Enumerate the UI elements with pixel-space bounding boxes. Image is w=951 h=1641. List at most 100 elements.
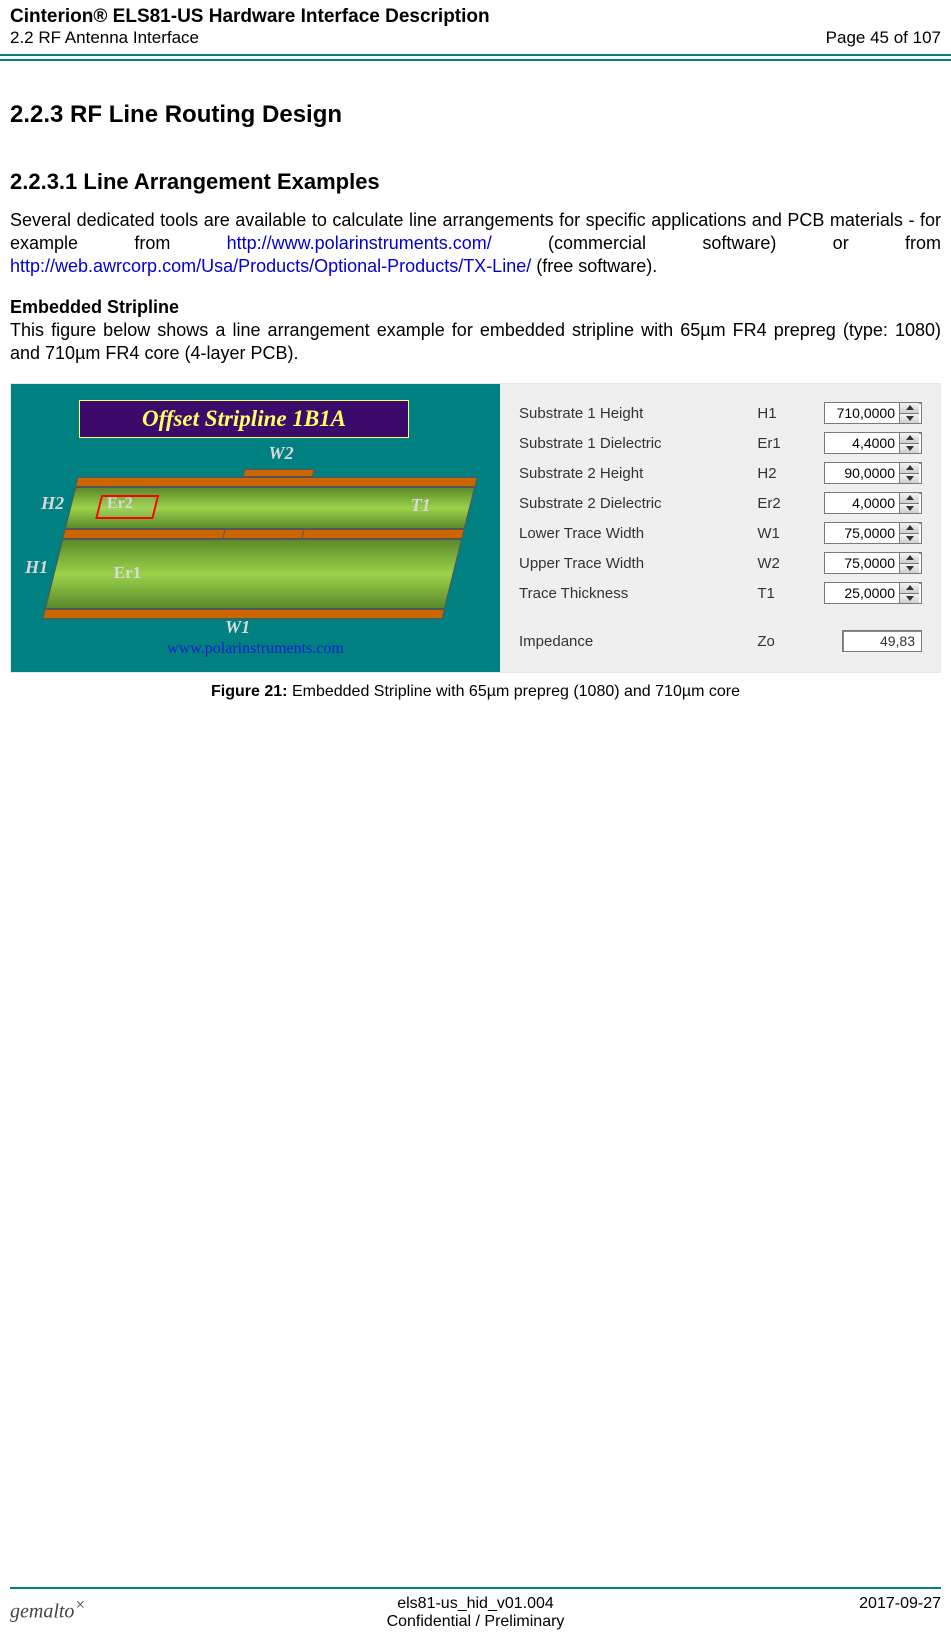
- figure-diagram-inner: Offset Stripline 1B1A H2 H1 Er2: [19, 392, 492, 664]
- property-spinner[interactable]: [824, 462, 922, 484]
- figure-diagram-panel: Offset Stripline 1B1A H2 H1 Er2: [11, 384, 501, 672]
- property-spinner[interactable]: [824, 552, 922, 574]
- property-value-cell: [811, 578, 926, 608]
- property-symbol: H2: [753, 458, 811, 488]
- awr-link[interactable]: http://web.awrcorp.com/Usa/Products/Opti…: [10, 256, 531, 276]
- label-h2: H2: [41, 493, 64, 514]
- chevron-up-icon: [906, 525, 914, 530]
- property-input[interactable]: [825, 403, 899, 423]
- property-input[interactable]: [825, 433, 899, 453]
- property-value-cell: [811, 548, 926, 578]
- figure-21: Offset Stripline 1B1A H2 H1 Er2: [10, 383, 941, 701]
- property-name: Substrate 1 Height: [515, 398, 753, 428]
- property-spacer: [515, 608, 926, 626]
- impedance-readout: 49,83: [842, 630, 922, 652]
- stripline-paragraph: Embedded Stripline This figure below sho…: [10, 296, 941, 365]
- spinner-down-button[interactable]: [900, 474, 919, 484]
- label-er1: Er1: [114, 563, 141, 583]
- footer-row: gemalto× els81-us_hid_v01.004 Confidenti…: [10, 1595, 941, 1631]
- chevron-down-icon: [906, 416, 914, 421]
- header-rule-2: [0, 59, 951, 61]
- footer-date: 2017-09-27: [791, 1595, 941, 1613]
- property-row: Substrate 1 HeightH1: [515, 398, 926, 428]
- property-input[interactable]: [825, 583, 899, 603]
- spinner-down-button[interactable]: [900, 414, 919, 424]
- header-left: Cinterion® ELS81-US Hardware Interface D…: [10, 6, 490, 48]
- section-heading: 2.2.3 RF Line Routing Design: [10, 101, 941, 129]
- property-symbol: W2: [753, 548, 811, 578]
- property-value-cell: [811, 428, 926, 458]
- impedance-name: Impedance: [515, 626, 753, 656]
- property-input[interactable]: [825, 493, 899, 513]
- property-spinner[interactable]: [824, 492, 922, 514]
- property-input[interactable]: [825, 463, 899, 483]
- property-input[interactable]: [825, 523, 899, 543]
- figure-caption: Figure 21: Embedded Stripline with 65µm …: [10, 683, 941, 701]
- chevron-up-icon: [906, 585, 914, 590]
- property-row: Substrate 1 DielectricEr1: [515, 428, 926, 458]
- label-t1: T1: [411, 495, 431, 516]
- subsection-heading: 2.2.3.1 Line Arrangement Examples: [10, 169, 941, 195]
- page-content: 2.2.3 RF Line Routing Design 2.2.3.1 Lin…: [0, 81, 951, 701]
- property-name: Upper Trace Width: [515, 548, 753, 578]
- spinner-up-button[interactable]: [900, 583, 919, 594]
- page-header: Cinterion® ELS81-US Hardware Interface D…: [0, 0, 951, 52]
- property-name: Substrate 2 Dielectric: [515, 488, 753, 518]
- property-name: Trace Thickness: [515, 578, 753, 608]
- impedance-symbol: Zo: [753, 626, 811, 656]
- figure-properties-panel: Substrate 1 HeightH1Substrate 1 Dielectr…: [501, 384, 940, 672]
- spinner-down-button[interactable]: [900, 504, 919, 514]
- impedance-row: ImpedanceZo 49,83: [515, 626, 926, 656]
- property-symbol: Er2: [753, 488, 811, 518]
- property-spinner[interactable]: [824, 402, 922, 424]
- footer-rule: [10, 1587, 941, 1589]
- footer-docid: els81-us_hid_v01.004: [160, 1595, 791, 1613]
- label-w2: W2: [269, 443, 294, 464]
- label-w1: W1: [225, 617, 250, 638]
- chevron-down-icon: [906, 596, 914, 601]
- pcb-trace-w1: [222, 529, 304, 539]
- property-name: Lower Trace Width: [515, 518, 753, 548]
- polar-link[interactable]: http://www.polarinstruments.com/: [227, 233, 492, 253]
- spinner-down-button[interactable]: [900, 444, 919, 454]
- spinner-down-button[interactable]: [900, 594, 919, 604]
- spinner-down-button[interactable]: [900, 534, 919, 544]
- footer-brand-text: gemalto: [10, 1601, 74, 1623]
- property-symbol: H1: [753, 398, 811, 428]
- property-input[interactable]: [825, 553, 899, 573]
- spinner-up-button[interactable]: [900, 463, 919, 474]
- doc-title: Cinterion® ELS81-US Hardware Interface D…: [10, 6, 490, 28]
- stripline-body: This figure below shows a line arrangeme…: [10, 320, 941, 363]
- property-spinner[interactable]: [824, 522, 922, 544]
- spinner-up-button[interactable]: [900, 403, 919, 414]
- property-value-cell: [811, 518, 926, 548]
- property-symbol: T1: [753, 578, 811, 608]
- spinner-up-button[interactable]: [900, 433, 919, 444]
- chevron-down-icon: [906, 476, 914, 481]
- footer-center: els81-us_hid_v01.004 Confidential / Prel…: [160, 1595, 791, 1631]
- property-value-cell: [811, 458, 926, 488]
- property-value-cell: [811, 488, 926, 518]
- property-spinner[interactable]: [824, 432, 922, 454]
- spinner-up-button[interactable]: [900, 523, 919, 534]
- properties-table: Substrate 1 HeightH1Substrate 1 Dielectr…: [515, 398, 926, 656]
- chevron-up-icon: [906, 435, 914, 440]
- property-name: Substrate 2 Height: [515, 458, 753, 488]
- property-row: Lower Trace WidthW1: [515, 518, 926, 548]
- chevron-up-icon: [906, 495, 914, 500]
- chevron-down-icon: [906, 536, 914, 541]
- impedance-value-cell: 49,83: [811, 626, 926, 656]
- property-name: Substrate 1 Dielectric: [515, 428, 753, 458]
- figure-banner-text: Offset Stripline 1B1A: [142, 406, 346, 432]
- label-h1: H1: [25, 557, 48, 578]
- chevron-up-icon: [906, 405, 914, 410]
- spinner-up-button[interactable]: [900, 553, 919, 564]
- label-er2: Er2: [107, 495, 133, 513]
- footer-confidential: Confidential / Preliminary: [160, 1613, 791, 1631]
- figure-caption-prefix: Figure 21:: [211, 683, 287, 700]
- spinner-up-button[interactable]: [900, 493, 919, 504]
- property-spinner[interactable]: [824, 582, 922, 604]
- doc-subtitle: 2.2 RF Antenna Interface: [10, 28, 490, 48]
- intro-text-c: (free software).: [531, 256, 657, 276]
- spinner-down-button[interactable]: [900, 564, 919, 574]
